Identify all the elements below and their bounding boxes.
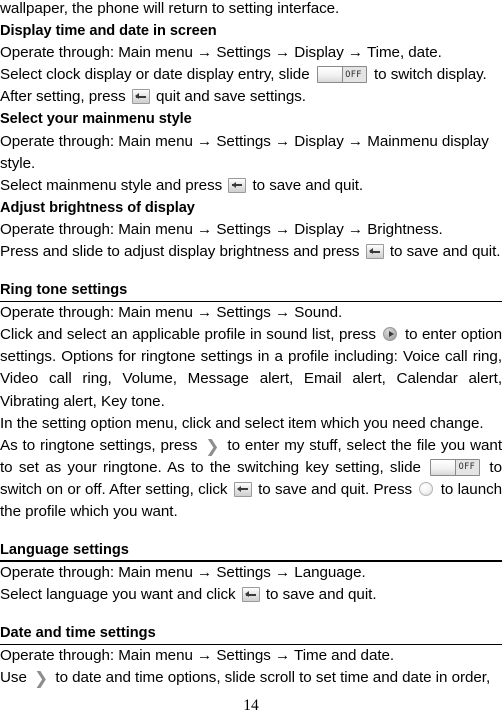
text-after-toggle: to switch display.	[373, 66, 487, 84]
heading-display-time-and-date: Display time and date in screen	[0, 23, 217, 40]
heading-adjust-brightness: Adjust brightness of display	[0, 199, 195, 216]
text-before-nextkey: Click and select an applicable profile i…	[0, 326, 376, 344]
paragraph-ringtone-options: Click and select an applicable profile i…	[0, 324, 502, 412]
text-after-backkey: quit and save settings.	[155, 88, 306, 106]
text-before-toggle: Select clock display or date display ent…	[0, 66, 310, 84]
heading-ring-tone-settings-wrap: Ring tone settings	[0, 280, 502, 303]
heading-date-and-time-settings-wrap: Date and time settings	[0, 623, 502, 646]
paragraph-display-time-backkey: After setting, press quit and save setti…	[0, 86, 502, 108]
toggle-off-switch-icon: OFF	[430, 458, 481, 476]
heading-rule	[0, 560, 502, 563]
paragraph-mainmenu-style-path: Operate through: Main menu → Settings → …	[0, 132, 489, 172]
toggle-off-switch-icon: OFF	[316, 66, 367, 84]
heading-select-mainmenu-style: Select your mainmenu style	[0, 111, 192, 128]
paragraph-intro-continued: wallpaper, the phone will return to sett…	[0, 0, 340, 17]
paragraph-display-time-toggle: Select clock display or date display ent…	[0, 64, 502, 86]
paragraph-language-path: Operate through: Main menu → Settings → …	[0, 564, 366, 582]
heading-rule	[0, 643, 502, 646]
heading-rule	[0, 300, 502, 303]
text-before-backkey: Press and slide to adjust display bright…	[0, 243, 360, 261]
paragraph-display-time-path: Operate through: Main menu → Settings → …	[0, 44, 442, 62]
heading-language-settings: Language settings	[0, 540, 129, 563]
paragraph-brightness-path: Operate through: Main menu → Settings → …	[0, 220, 443, 238]
heading-ring-tone-settings: Ring tone settings	[0, 280, 128, 303]
next-circle-key-icon	[383, 327, 398, 342]
text-after-backkey: to save and quit.	[265, 586, 377, 604]
toggle-off-label: OFF	[345, 69, 362, 80]
toggle-off-label: OFF	[458, 462, 476, 473]
toggle-knob	[317, 67, 343, 83]
segment-text: As to ringtone settings, press	[0, 436, 198, 454]
text-before-backkey: Select language you want and click	[0, 586, 236, 604]
toggle-knob	[431, 459, 457, 475]
text-after-backkey: to save and quit.	[252, 176, 364, 194]
paragraph-ringtone-mystuff: As to ringtone settings, press ❯ to ente…	[0, 436, 502, 520]
text-before-chevron: Use	[0, 669, 27, 687]
paragraph-ringtone-path: Operate through: Main menu → Settings → …	[0, 304, 343, 322]
back-key-icon	[131, 89, 150, 105]
segment-text: to save and quit. Press	[258, 480, 413, 498]
paragraph-datetime-path: Operate through: Main menu → Settings → …	[0, 647, 395, 665]
page-content: wallpaper, the phone will return to sett…	[0, 0, 502, 689]
text-before-backkey: After setting, press	[0, 88, 126, 106]
paragraph-brightness-adjust: Press and slide to adjust display bright…	[0, 241, 502, 263]
back-key-icon	[228, 177, 247, 193]
page-number: 14	[243, 697, 259, 714]
paragraph-datetime-use: Use ❯ to date and time options, slide sc…	[0, 669, 491, 690]
heading-date-and-time-settings: Date and time settings	[0, 623, 156, 646]
back-key-icon	[365, 244, 384, 260]
heading-language-settings-wrap: Language settings	[0, 540, 502, 563]
text-after-backkey: to save and quit.	[389, 243, 501, 261]
paragraph-language-save: Select language you want and click to sa…	[0, 584, 502, 606]
text-after-chevron: to date and time options, slide scroll t…	[55, 669, 491, 687]
manual-page: wallpaper, the phone will return to sett…	[0, 0, 502, 717]
back-key-icon	[241, 587, 260, 603]
paragraph-mainmenu-style-save: Select mainmenu style and press to save …	[0, 175, 502, 197]
circle-key-icon	[419, 481, 434, 496]
back-key-icon	[233, 481, 252, 497]
text-before-backkey: Select mainmenu style and press	[0, 176, 223, 194]
paragraph-ringtone-setting-menu: In the setting option menu, click and se…	[0, 414, 484, 432]
